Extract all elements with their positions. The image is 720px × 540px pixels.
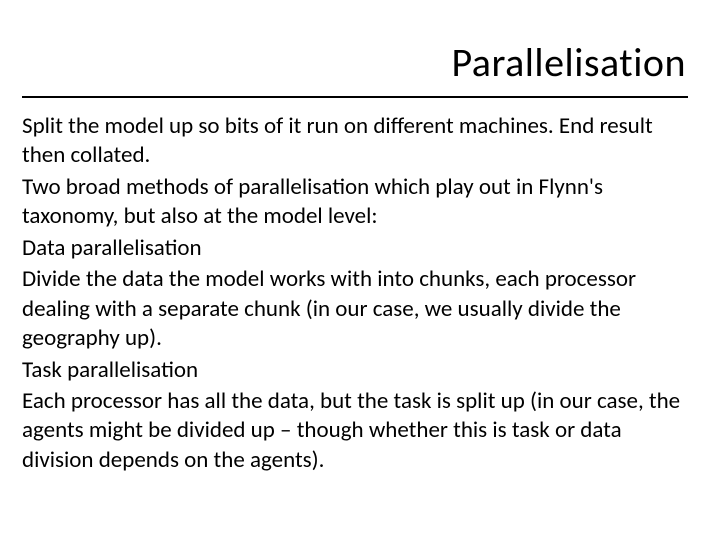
slide-body: Split the model up so bits of it run on …	[22, 112, 690, 477]
body-paragraph: Split the model up so bits of it run on …	[22, 112, 690, 171]
title-divider	[22, 96, 688, 98]
slide: Parallelisation Split the model up so bi…	[0, 0, 720, 540]
body-paragraph: Data parallelisation	[22, 234, 690, 263]
body-paragraph: Task parallelisation	[22, 356, 690, 385]
body-paragraph: Divide the data the model works with int…	[22, 265, 690, 353]
slide-title: Parallelisation	[452, 38, 687, 87]
body-paragraph: Two broad methods of parallelisation whi…	[22, 173, 690, 232]
body-paragraph: Each processor has all the data, but the…	[22, 387, 690, 475]
